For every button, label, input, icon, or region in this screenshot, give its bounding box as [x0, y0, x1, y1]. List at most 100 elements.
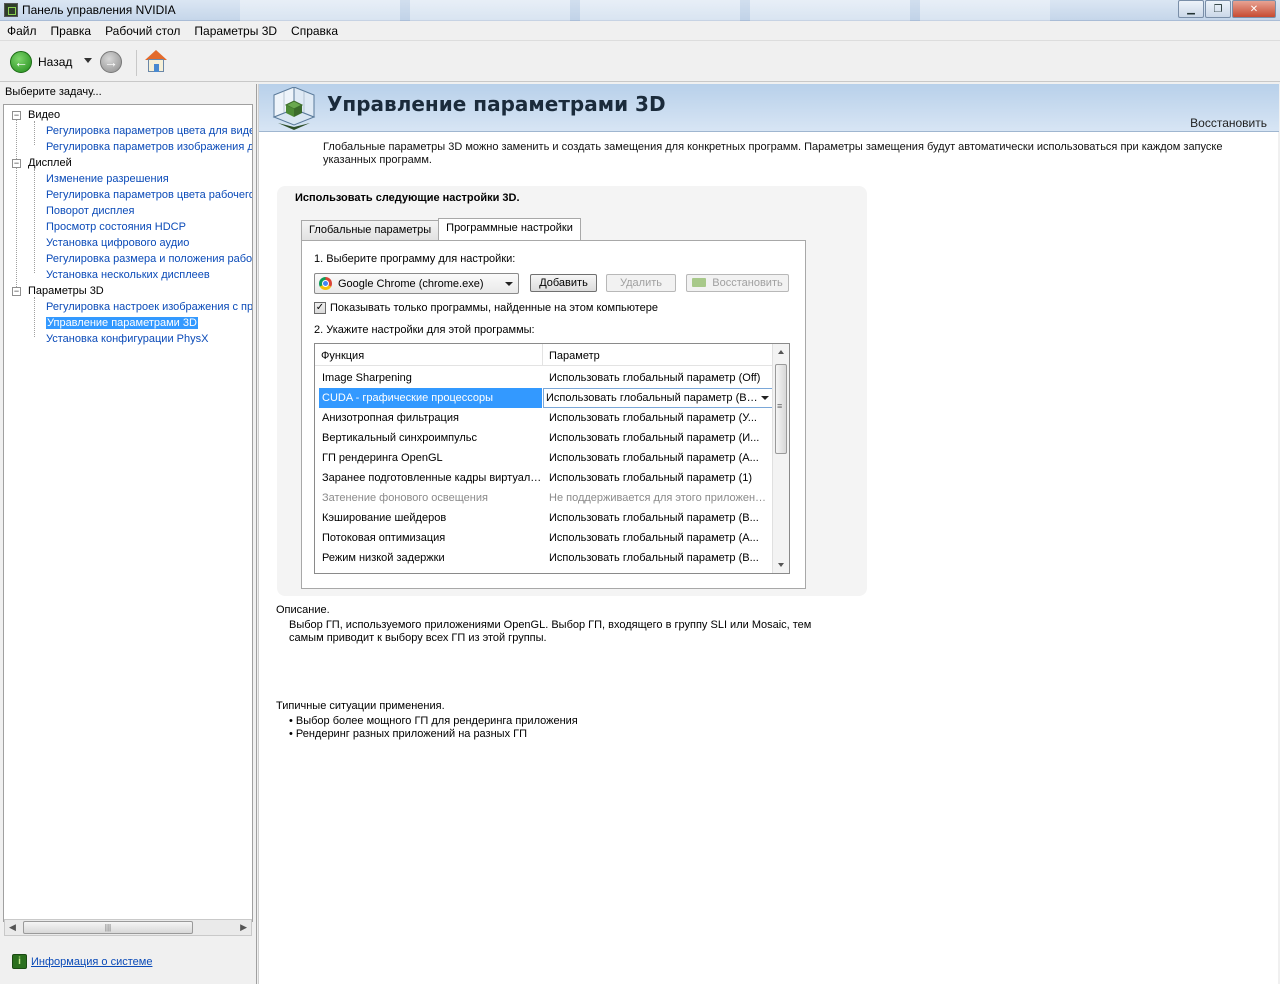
usage-list: Выбор более мощного ГП для рендеринга пр…	[289, 715, 578, 741]
scroll-right-icon[interactable]: ▶	[240, 922, 247, 933]
tree-item-label: Изменение разрешения	[46, 173, 169, 185]
show-only-label: Показывать только программы, найденные н…	[330, 302, 659, 314]
add-program-button[interactable]: Добавить	[530, 274, 597, 292]
tree-category-label: Параметры 3D	[28, 285, 104, 297]
collapse-icon[interactable]: −	[12, 159, 21, 168]
scroll-down-icon[interactable]	[778, 563, 784, 567]
table-row[interactable]: Image Sharpening Использовать глобальный…	[315, 368, 773, 388]
toolbar: ← Назад →	[0, 42, 1280, 82]
tree-item-desktop-size[interactable]: Регулировка размера и положения рабочего…	[4, 251, 252, 267]
grid-feature: Кэширование шейдеров	[322, 512, 447, 524]
menu-3d-settings[interactable]: Параметры 3D	[187, 22, 284, 40]
tree-category-video[interactable]: − Видео	[4, 107, 60, 123]
restore-program-button[interactable]: Восстановить	[686, 274, 789, 292]
tab-program-settings[interactable]: Программные настройки	[438, 218, 581, 240]
grid-value: Использовать глобальный параметр (А...	[549, 452, 759, 464]
tree-item-physx[interactable]: Установка конфигурации PhysX	[4, 331, 208, 347]
close-button[interactable]: ✕	[1232, 0, 1276, 18]
scroll-thumb[interactable]: |||	[23, 921, 193, 934]
tree-item-rotate-display[interactable]: Поворот дисплея	[4, 203, 134, 219]
forward-button[interactable]: →	[100, 51, 122, 73]
grid-feature: ГП рендеринга OpenGL	[322, 452, 443, 464]
table-row-selected[interactable]: CUDA - графические процессоры Использова…	[315, 388, 773, 408]
description-label: Описание.	[276, 604, 330, 616]
grid-value: Использовать глобальный параметр (В...	[549, 552, 759, 564]
restore-program-label: Восстановить	[712, 277, 783, 289]
grid-vertical-scrollbar[interactable]	[772, 344, 789, 573]
grid-value-dropdown[interactable]: Использовать глобальный параметр (Все)	[543, 388, 773, 408]
grid-feature: Потоковая оптимизация	[322, 532, 446, 544]
back-arrow-icon: ←	[10, 51, 32, 73]
tree-item-label: Просмотр состояния HDCP	[46, 221, 186, 233]
step2-label: 2. Укажите настройки для этой программы:	[314, 324, 535, 336]
tree-item-image-preview[interactable]: Регулировка настроек изображения с просм…	[4, 299, 252, 315]
window-controls: ▁ ❐ ✕	[1177, 0, 1276, 18]
collapse-icon[interactable]: −	[12, 287, 21, 296]
table-row-disabled[interactable]: Затенение фонового освещения Не поддержи…	[315, 488, 773, 508]
tree-item-multiple-displays[interactable]: Установка нескольких дисплеев	[4, 267, 210, 283]
list-item: Рендеринг разных приложений на разных ГП	[289, 728, 578, 741]
grid-header-function[interactable]: Функция	[315, 344, 543, 366]
grid-value: Использовать глобальный параметр (У...	[549, 412, 757, 424]
table-row[interactable]: ГП рендеринга OpenGL Использовать глобал…	[315, 448, 773, 468]
menu-edit[interactable]: Правка	[44, 22, 99, 40]
restore-defaults-link[interactable]: Восстановить	[1190, 116, 1267, 130]
grid-feature: Затенение фонового освещения	[322, 492, 488, 504]
window-title: Панель управления NVIDIA	[22, 3, 176, 17]
tree-item-label: Регулировка размера и положения рабочего…	[46, 253, 252, 265]
settings-group: Использовать следующие настройки 3D. Гло…	[277, 186, 867, 596]
tree-item-video-color[interactable]: Регулировка параметров цвета для видео	[4, 123, 252, 139]
grid-value: Использовать глобальный параметр (И...	[549, 432, 760, 444]
show-only-found-programs[interactable]: ✓ Показывать только программы, найденные…	[314, 302, 658, 314]
task-panel: Выберите задачу... − Видео Регулировка п…	[0, 84, 257, 984]
tree-item-video-image[interactable]: Регулировка параметров изображения для в…	[4, 139, 252, 155]
menu-file[interactable]: Файл	[0, 22, 44, 40]
scroll-up-icon[interactable]	[778, 350, 784, 354]
back-history-dropdown-icon[interactable]	[84, 58, 92, 63]
table-row[interactable]: Потоковая оптимизация Использовать глоба…	[315, 528, 773, 548]
tree-item-digital-audio[interactable]: Установка цифрового аудио	[4, 235, 189, 251]
show-only-checkbox[interactable]: ✓	[314, 302, 326, 314]
tree-item-desktop-color[interactable]: Регулировка параметров цвета рабочего ст…	[4, 187, 252, 203]
tree-category-3d[interactable]: − Параметры 3D	[4, 283, 104, 299]
tree-item-label: Установка конфигурации PhysX	[46, 333, 209, 345]
tree-item-label: Управление параметрами 3D	[46, 317, 198, 329]
system-info-link[interactable]: Информация о системе	[31, 956, 152, 968]
tree-category-display[interactable]: − Дисплей	[4, 155, 72, 171]
chevron-down-icon[interactable]	[761, 396, 769, 400]
tree-horizontal-scrollbar[interactable]: ◀ ||| ▶	[4, 919, 252, 936]
program-select[interactable]: Google Chrome (chrome.exe)	[314, 273, 519, 294]
page-title: Управление параметрами 3D	[327, 92, 666, 116]
table-row[interactable]: Анизотропная фильтрация Использовать гло…	[315, 408, 773, 428]
back-button[interactable]: ← Назад	[10, 51, 72, 73]
grid-value: Использовать глобальный параметр (В...	[549, 512, 759, 524]
tree-item-manage-3d[interactable]: Управление параметрами 3D	[4, 315, 198, 331]
home-button[interactable]	[144, 50, 168, 74]
title-bar: Панель управления NVIDIA ▁ ❐ ✕	[0, 0, 1280, 21]
grid-header: Функция Параметр	[315, 344, 773, 366]
program-select-value: Google Chrome (chrome.exe)	[338, 277, 484, 290]
table-row[interactable]: Кэширование шейдеров Использовать глобал…	[315, 508, 773, 528]
tab-content: 1. Выберите программу для настройки: Goo…	[301, 240, 806, 589]
delete-program-button[interactable]: Удалить	[606, 274, 676, 292]
menu-help[interactable]: Справка	[284, 22, 345, 40]
minimize-button[interactable]: ▁	[1178, 0, 1204, 18]
nvidia-app-icon	[4, 3, 18, 17]
chrome-icon	[319, 277, 332, 290]
collapse-icon[interactable]: −	[12, 111, 21, 120]
tree-item-label: Установка цифрового аудио	[46, 237, 190, 249]
table-row[interactable]: Вертикальный синхроимпульс Использовать …	[315, 428, 773, 448]
grid-header-parameter[interactable]: Параметр	[543, 344, 773, 366]
maximize-button[interactable]: ❐	[1205, 0, 1231, 18]
tree-item-hdcp-status[interactable]: Просмотр состояния HDCP	[4, 219, 186, 235]
tree-category-label: Дисплей	[28, 157, 72, 169]
tree-item-label: Регулировка параметров изображения для в…	[46, 141, 252, 153]
scroll-thumb[interactable]	[775, 364, 787, 454]
table-row[interactable]: Заранее подготовленные кадры виртуальной…	[315, 468, 773, 488]
table-row[interactable]: Режим низкой задержки Использовать глоба…	[315, 548, 773, 568]
menu-desktop[interactable]: Рабочий стол	[98, 22, 187, 40]
nvidia-icon	[692, 278, 707, 287]
scroll-left-icon[interactable]: ◀	[9, 922, 16, 933]
tree-item-change-resolution[interactable]: Изменение разрешения	[4, 171, 169, 187]
tab-global-settings[interactable]: Глобальные параметры	[301, 220, 440, 240]
